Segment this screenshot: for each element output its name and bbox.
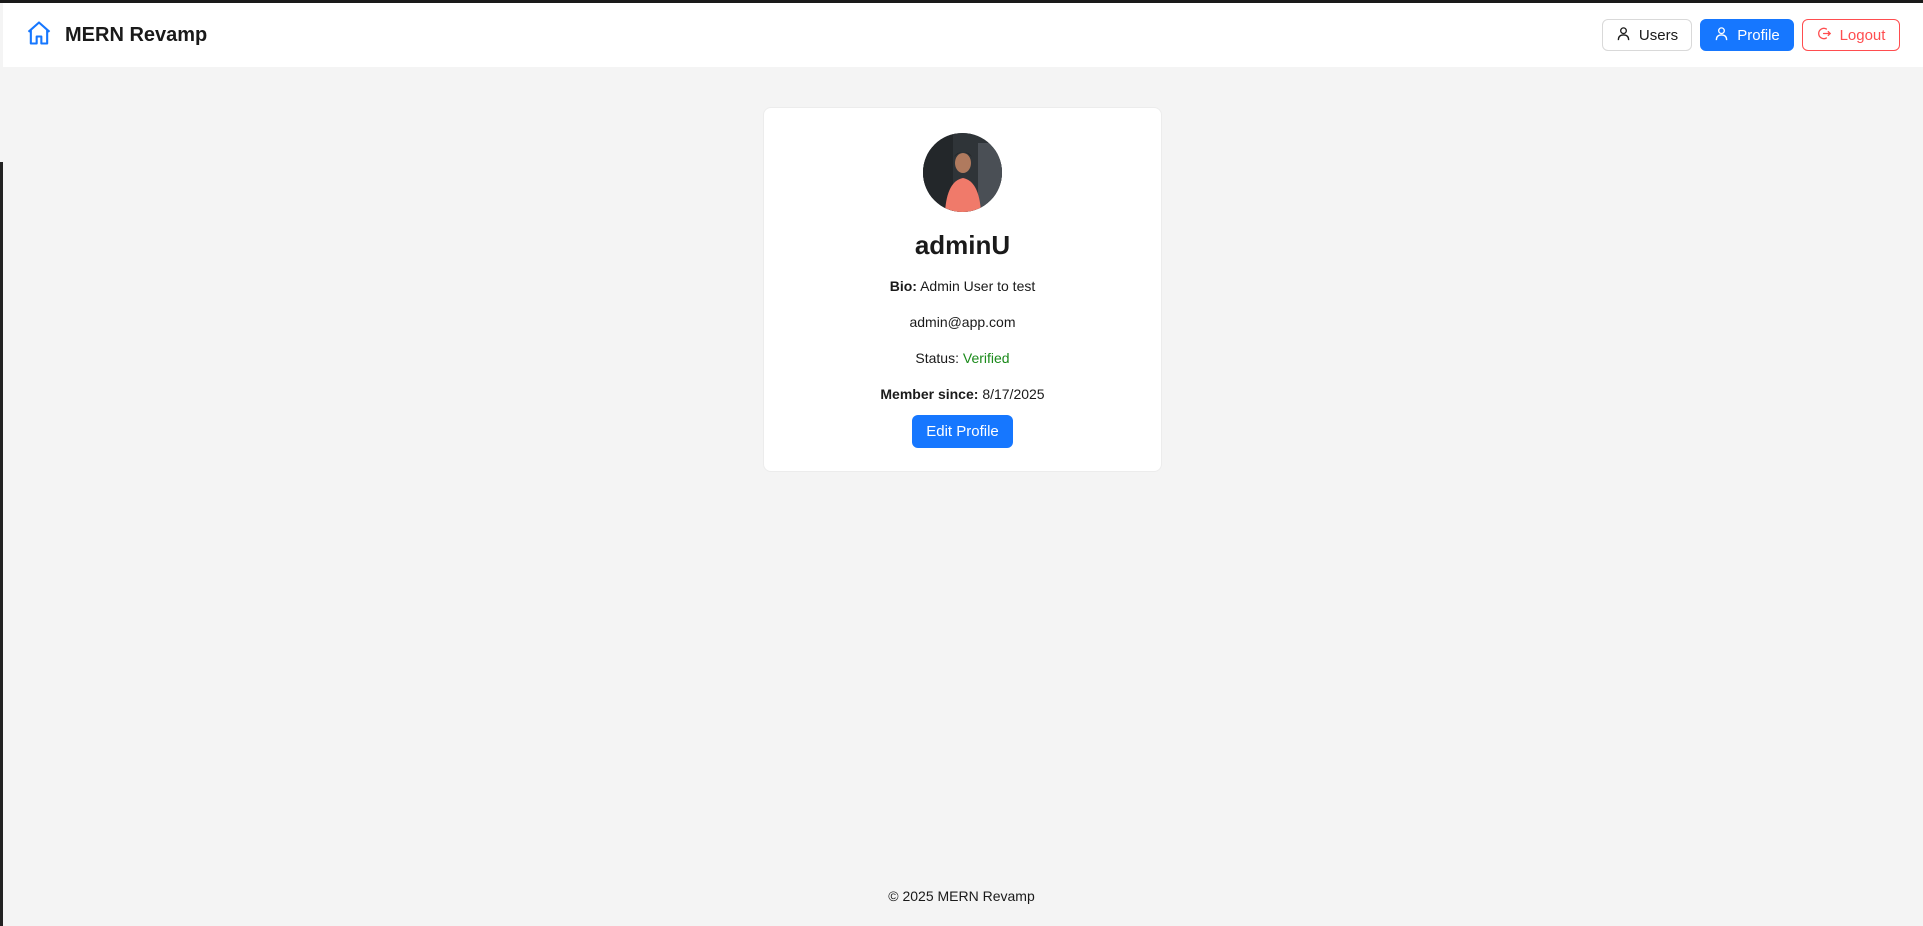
status-badge: Verified [962, 350, 1010, 366]
profile-card: adminU Bio: Admin User to test admin@app… [763, 107, 1162, 472]
logout-icon [1817, 26, 1832, 45]
users-button[interactable]: Users [1602, 19, 1692, 51]
nav-buttons: Users Profile Logout [1602, 19, 1900, 51]
member-since-label: Member since: [880, 386, 979, 402]
profile-button[interactable]: Profile [1700, 19, 1794, 51]
member-since-value: 8/17/2025 [982, 386, 1045, 402]
brand-link[interactable]: MERN Revamp [25, 19, 207, 52]
footer-copyright: © 2025 MERN Revamp [888, 888, 1035, 904]
profile-email: admin@app.com [909, 314, 1016, 330]
avatar [923, 133, 1002, 212]
user-icon [1616, 26, 1631, 45]
profile-bio: Bio: Admin User to test [890, 278, 1036, 294]
profile-button-label: Profile [1737, 26, 1780, 44]
profile-status: Status: Verified [915, 350, 1009, 366]
logout-button[interactable]: Logout [1802, 19, 1900, 51]
bio-value: Admin User to test [920, 278, 1036, 294]
home-icon [25, 19, 53, 52]
profile-username: adminU [914, 230, 1011, 260]
status-label: Status: [915, 350, 959, 366]
profile-member-since: Member since: 8/17/2025 [880, 386, 1044, 402]
user-icon [1714, 26, 1729, 45]
bio-label: Bio: [889, 278, 917, 294]
users-button-label: Users [1638, 26, 1679, 44]
top-navbar: MERN Revamp Users Profile Logout [3, 3, 1923, 67]
window-left-border [0, 162, 3, 926]
edit-profile-button[interactable]: Edit Profile [912, 415, 1013, 448]
logout-button-label: Logout [1839, 26, 1886, 44]
brand-title: MERN Revamp [65, 23, 208, 46]
